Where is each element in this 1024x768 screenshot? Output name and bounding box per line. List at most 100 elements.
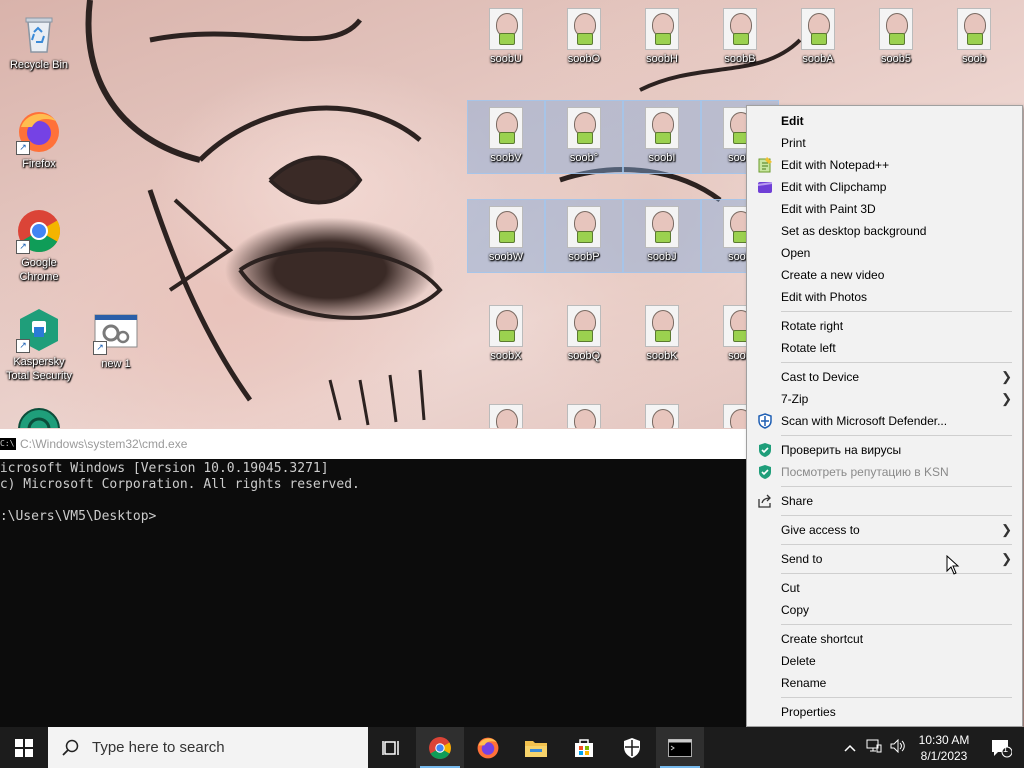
menu-item-label: Edit	[781, 114, 804, 128]
menu-separator	[781, 486, 1012, 487]
menu-item-print[interactable]: Print	[747, 132, 1022, 154]
menu-item-edit[interactable]: Edit	[747, 110, 1022, 132]
menu-item-share[interactable]: Share	[747, 490, 1022, 512]
cmd-titlebar[interactable]: C:\ C:\Windows\system32\cmd.exe	[0, 429, 746, 459]
clock-date: 8/1/2023	[920, 748, 968, 763]
cmd-console[interactable]: Microsoft Windows [Version 10.0.19045.32…	[0, 459, 746, 525]
desktop-icon-soob[interactable]: soobX	[468, 299, 544, 391]
kaspersky-shield-icon	[757, 464, 773, 480]
start-button[interactable]	[0, 727, 48, 768]
image-file-icon	[567, 305, 601, 347]
menu-item-7zip[interactable]: 7-Zip ❯	[747, 388, 1022, 410]
menu-item-label: Посмотреть репутацию в KSN	[781, 465, 949, 479]
menu-item-properties[interactable]: Properties	[747, 701, 1022, 723]
desktop-icon-soob[interactable]: soobJ	[623, 199, 701, 273]
desktop-icon-soob[interactable]: soobI	[623, 100, 701, 174]
desktop-icon-soob[interactable]: soobW	[467, 199, 545, 273]
menu-item-label: Create shortcut	[781, 632, 864, 646]
image-file-icon	[801, 8, 835, 50]
image-file-icon	[489, 107, 523, 149]
menu-item-label: Share	[781, 494, 814, 508]
menu-item-delete[interactable]: Delete	[747, 650, 1022, 672]
taskbar-security-button[interactable]	[608, 727, 656, 768]
desktop-icon-soob[interactable]: soobK	[624, 299, 700, 391]
menu-item-rename[interactable]: Rename	[747, 672, 1022, 694]
network-icon[interactable]	[862, 739, 886, 756]
desktop-icon-soob[interactable]: soobA	[780, 2, 856, 94]
desktop-icon-soob[interactable]	[624, 398, 700, 428]
menu-separator	[781, 435, 1012, 436]
menu-item-label: Edit with Paint 3D	[781, 202, 876, 216]
menu-item-label: Delete	[781, 654, 816, 668]
image-file-icon	[489, 305, 523, 347]
chevron-right-icon: ❯	[1001, 369, 1012, 384]
desktop-icon-label: soob°	[569, 152, 599, 164]
taskbar-file-explorer-button[interactable]	[512, 727, 560, 768]
desktop-icon-soob[interactable]: soobO	[546, 2, 622, 94]
menu-item-copy[interactable]: Copy	[747, 599, 1022, 621]
menu-item-cut[interactable]: Cut	[747, 577, 1022, 599]
cmd-window[interactable]: C:\ C:\Windows\system32\cmd.exe Microsof…	[0, 429, 746, 727]
taskbar-cmd-button[interactable]	[656, 727, 704, 768]
desktop-icon-label: Google Chrome	[19, 257, 59, 283]
menu-item-edit-photos[interactable]: Edit with Photos	[747, 286, 1022, 308]
shortcut-arrow-icon: ↗	[16, 141, 30, 155]
menu-separator	[781, 573, 1012, 574]
menu-item-label: Cut	[781, 581, 800, 595]
menu-item-rotate-left[interactable]: Rotate left	[747, 337, 1022, 359]
image-file-icon	[489, 404, 523, 428]
desktop-icon-soob[interactable]: soobH	[624, 2, 700, 94]
desktop-icon-soob[interactable]: soob5	[858, 2, 934, 94]
image-file-icon	[879, 8, 913, 50]
menu-item-cast-to-device[interactable]: Cast to Device ❯	[747, 366, 1022, 388]
menu-item-set-desktop-background[interactable]: Set as desktop background	[747, 220, 1022, 242]
menu-item-open[interactable]: Open	[747, 242, 1022, 264]
desktop-icon-soob[interactable]: soobB	[702, 2, 778, 94]
desktop-icon-label: soobU	[490, 53, 522, 65]
desktop-icon-soob[interactable]	[546, 398, 622, 428]
menu-item-scan-defender[interactable]: Scan with Microsoft Defender...	[747, 410, 1022, 432]
desktop-icon-firefox[interactable]: ↗ Firefox	[1, 103, 77, 195]
menu-item-kaspersky-scan[interactable]: Проверить на вирусы	[747, 439, 1022, 461]
desktop-icon-label: new 1	[101, 358, 131, 370]
desktop-icon-soob[interactable]: soobP	[545, 199, 623, 273]
menu-item-edit-paint3d[interactable]: Edit with Paint 3D	[747, 198, 1022, 220]
desktop-icon-new-1[interactable]: ↗ new 1	[78, 303, 154, 395]
notification-center-button[interactable]: 1	[978, 727, 1024, 768]
desktop-icon-soob[interactable]: soob	[936, 2, 1012, 94]
desktop-icon-soob[interactable]	[468, 398, 544, 428]
menu-item-label: Cast to Device	[781, 370, 860, 384]
volume-icon[interactable]	[886, 738, 910, 756]
desktop-icon-chrome[interactable]: ↗ Google Chrome	[1, 202, 77, 294]
desktop-icon-recycle-bin[interactable]: Recycle Bin	[1, 4, 77, 96]
context-menu[interactable]: Edit Print Edit with Notepad++ Edit with…	[746, 105, 1023, 727]
desktop-icon-partial[interactable]	[1, 400, 77, 428]
taskbar-chrome-button[interactable]	[416, 727, 464, 768]
desktop-icon-label: Kaspersky Total Security	[5, 356, 73, 382]
taskbar-firefox-button[interactable]	[464, 727, 512, 768]
task-view-button[interactable]	[368, 727, 416, 768]
menu-item-label: Set as desktop background	[781, 224, 927, 238]
menu-item-send-to[interactable]: Send to ❯	[747, 548, 1022, 570]
taskbar-search-box[interactable]: Type here to search	[48, 727, 368, 768]
menu-item-rotate-right[interactable]: Rotate right	[747, 315, 1022, 337]
image-file-icon	[567, 107, 601, 149]
desktop-icon-soob[interactable]: soob°	[545, 100, 623, 174]
notepadpp-icon	[757, 157, 773, 173]
desktop-icon-label: soobP	[568, 251, 600, 263]
clipchamp-icon	[757, 179, 773, 195]
desktop-icon-kaspersky[interactable]: ↗ Kaspersky Total Security	[1, 301, 77, 393]
menu-item-give-access-to[interactable]: Give access to ❯	[747, 519, 1022, 541]
desktop-icon-soob[interactable]: soobQ	[546, 299, 622, 391]
chevron-up-icon[interactable]	[838, 740, 862, 755]
taskbar-store-button[interactable]	[560, 727, 608, 768]
taskbar-clock[interactable]: 10:30 AM 8/1/2023	[910, 732, 978, 764]
menu-item-create-new-video[interactable]: Create a new video	[747, 264, 1022, 286]
menu-item-label: Properties	[781, 705, 836, 719]
menu-item-create-shortcut[interactable]: Create shortcut	[747, 628, 1022, 650]
desktop-icon-soob[interactable]: soobU	[468, 2, 544, 94]
menu-item-edit-notepadpp[interactable]: Edit with Notepad++	[747, 154, 1022, 176]
image-file-icon	[645, 305, 679, 347]
menu-item-edit-clipchamp[interactable]: Edit with Clipchamp	[747, 176, 1022, 198]
desktop-icon-soob[interactable]: soobV	[467, 100, 545, 174]
